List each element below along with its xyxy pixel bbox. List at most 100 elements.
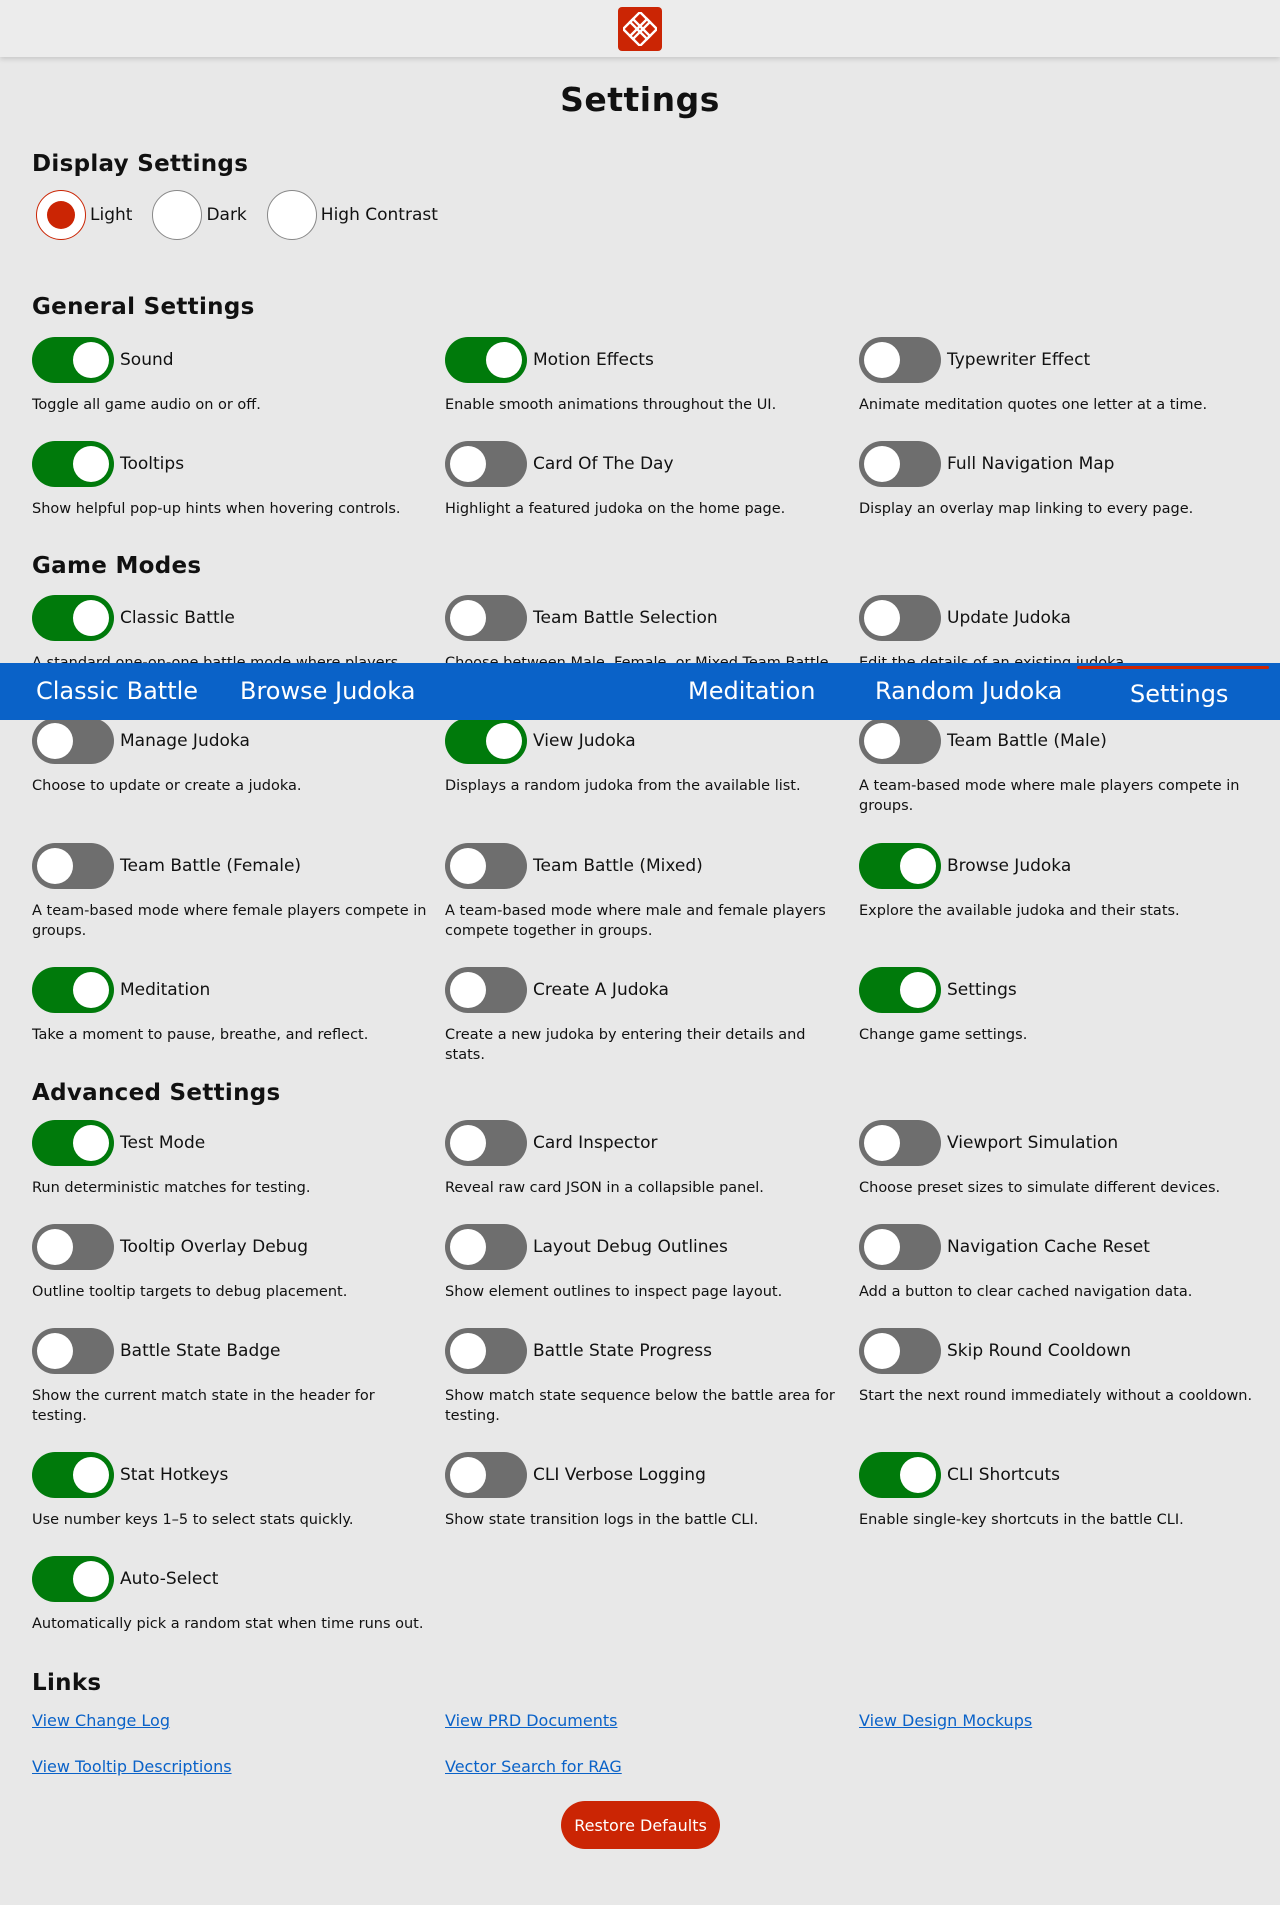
radio-light[interactable]: Light <box>36 190 132 240</box>
link-vector-search[interactable]: Vector Search for RAG <box>445 1757 622 1776</box>
toggle-row: Navigation Cache Reset <box>859 1224 1259 1270</box>
toggle-description: Use number keys 1–5 to select stats quic… <box>32 1512 354 1528</box>
toggle-switch[interactable] <box>859 843 941 889</box>
toggle-switch[interactable] <box>445 1224 527 1270</box>
toggle-knob <box>73 446 109 482</box>
toggle-switch[interactable] <box>32 718 114 764</box>
toggle-switch[interactable] <box>32 843 114 889</box>
toggle-label: Team Battle (Male) <box>947 731 1107 751</box>
toggle-switch[interactable] <box>859 1328 941 1374</box>
toggle-row: Full Navigation Map <box>859 441 1259 487</box>
radio-label: High Contrast <box>320 205 438 225</box>
toggle-switch[interactable] <box>32 1224 114 1270</box>
nav-item-classic-battle[interactable]: Classic Battle <box>36 663 198 720</box>
toggle-switch[interactable] <box>859 718 941 764</box>
toggle-knob <box>900 848 936 884</box>
knot-logo-icon[interactable] <box>618 6 662 51</box>
toggle-switch[interactable] <box>32 441 114 487</box>
toggle-description: Animate meditation quotes one letter at … <box>859 397 1208 413</box>
toggle-switch[interactable] <box>859 337 941 383</box>
toggle-row: Typewriter Effect <box>859 337 1259 383</box>
toggle-card-of-the-day: Card Of The Day Highlight a featured judo… <box>445 441 845 519</box>
toggle-switch[interactable] <box>32 595 114 641</box>
toggle-label: Tooltips <box>120 454 185 474</box>
display-settings-heading: Display Settings <box>32 151 249 177</box>
toggle-switch[interactable] <box>859 1224 941 1270</box>
toggle-label: Team Battle Selection <box>533 608 718 628</box>
toggle-description: A team-based mode where male players com… <box>859 778 1240 814</box>
toggle-label: Update Judoka <box>947 608 1071 628</box>
display-mode-radio-group: Light Dark High Contrast <box>36 190 458 240</box>
toggle-description: Toggle all game audio on or off. <box>32 397 261 413</box>
nav-item-browse-judoka[interactable]: Browse Judoka <box>240 663 415 720</box>
toggle-switch[interactable] <box>445 1452 527 1498</box>
toggle-update-judoka: Update JudokaEdit the details of an exis… <box>859 595 1259 673</box>
toggle-label: Classic Battle <box>120 608 235 628</box>
toggle-switch[interactable] <box>445 337 527 383</box>
link-change-log[interactable]: View Change Log <box>32 1711 170 1730</box>
toggle-cli-shortcuts: CLI Shortcuts Enable single-key shortcuts… <box>859 1452 1259 1530</box>
link-prd-documents[interactable]: View PRD Documents <box>445 1711 617 1730</box>
toggle-switch[interactable] <box>859 595 941 641</box>
toggle-meditation: Meditation Take a moment to pause, breath… <box>32 967 432 1045</box>
toggle-knob <box>73 1457 109 1493</box>
toggle-knob <box>450 1457 486 1493</box>
toggle-knob <box>37 1229 73 1265</box>
toggle-knob <box>486 342 522 378</box>
toggle-label: Typewriter Effect <box>947 350 1091 370</box>
toggle-knob <box>37 848 73 884</box>
toggle-knob <box>864 600 900 636</box>
toggle-browse-judoka: Browse Judoka Explore the available judok… <box>859 843 1259 921</box>
toggle-row: Stat Hotkeys <box>32 1452 432 1498</box>
toggle-switch[interactable] <box>32 967 114 1013</box>
toggle-label: Card Of The Day <box>533 454 674 474</box>
toggle-switch[interactable] <box>859 967 941 1013</box>
toggle-switch[interactable] <box>445 1120 527 1166</box>
toggle-row: Tooltip Overlay Debug <box>32 1224 432 1270</box>
toggle-switch[interactable] <box>445 441 527 487</box>
toggle-switch[interactable] <box>32 1328 114 1374</box>
toggle-label: Auto-Select <box>120 1569 219 1589</box>
radio-button[interactable] <box>266 190 317 240</box>
toggle-description: Show element outlines to inspect page la… <box>445 1284 783 1300</box>
toggle-view-judoka: View Judoka Displays a random judoka from… <box>445 718 845 796</box>
link-design-mockups[interactable]: View Design Mockups <box>859 1711 1032 1730</box>
radio-dark[interactable]: Dark <box>152 190 247 240</box>
radio-button[interactable] <box>36 190 86 240</box>
radio-high-contrast[interactable]: High Contrast <box>266 190 438 240</box>
toggle-row: Skip Round Cooldown <box>859 1328 1259 1374</box>
advanced-settings-heading: Advanced Settings <box>32 1080 281 1106</box>
toggle-switch[interactable] <box>859 1452 941 1498</box>
toggle-switch[interactable] <box>445 843 527 889</box>
toggle-knob <box>73 1561 109 1597</box>
toggle-knob <box>864 1125 900 1161</box>
toggle-switch[interactable] <box>32 337 114 383</box>
toggle-switch[interactable] <box>32 1120 114 1166</box>
nav-item-settings[interactable]: Settings <box>1130 666 1228 723</box>
toggle-label: Browse Judoka <box>947 856 1072 876</box>
toggle-battle-state-badge: Battle State Badge Show the current match… <box>32 1328 432 1426</box>
toggle-switch[interactable] <box>32 1556 114 1602</box>
toggle-switch[interactable] <box>445 1328 527 1374</box>
toggle-description: Choose preset sizes to simulate differen… <box>859 1180 1221 1196</box>
toggle-switch[interactable] <box>445 718 527 764</box>
nav-item-meditation[interactable]: Meditation <box>688 663 815 720</box>
links-heading: Links <box>32 1670 102 1696</box>
toggle-description: Start the next round immediately without… <box>859 1388 1253 1404</box>
restore-defaults-button[interactable]: Restore Defaults <box>561 1801 720 1849</box>
link-tooltip-descriptions[interactable]: View Tooltip Descriptions <box>32 1757 232 1776</box>
toggle-layout-debug-outlines: Layout Debug Outlines Show element outlin… <box>445 1224 845 1302</box>
toggle-knob <box>37 1333 73 1369</box>
nav-item-random-judoka[interactable]: Random Judoka <box>875 663 1062 720</box>
toggle-switch[interactable] <box>859 441 941 487</box>
toggle-switch[interactable] <box>32 1452 114 1498</box>
toggle-switch[interactable] <box>445 967 527 1013</box>
toggle-motion-effects: Motion Effects Enable smooth animations t… <box>445 337 845 415</box>
toggle-switch[interactable] <box>859 1120 941 1166</box>
toggle-knob <box>486 723 522 759</box>
toggle-knob <box>450 972 486 1008</box>
toggle-switch[interactable] <box>445 595 527 641</box>
radio-button[interactable] <box>152 190 203 240</box>
toggle-row: CLI Verbose Logging <box>445 1452 845 1498</box>
toggle-description: Choose to update or create a judoka. <box>32 778 302 794</box>
